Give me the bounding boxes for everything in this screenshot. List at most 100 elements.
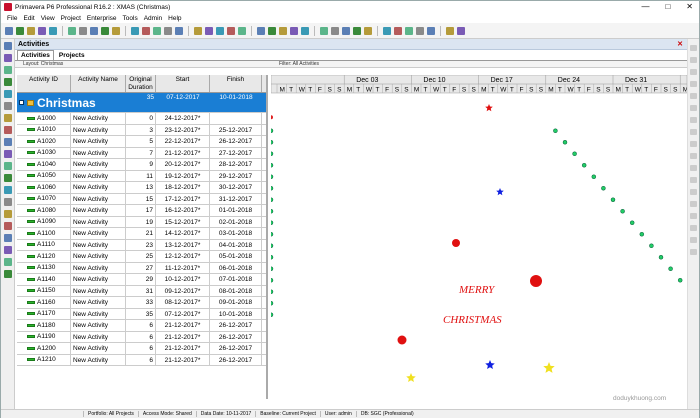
toolbar-button-icon[interactable] [457, 26, 465, 35]
col-original-duration[interactable]: Original Duration [126, 75, 156, 92]
toolbar-button-icon[interactable] [383, 26, 391, 35]
sidebar-tool-icon[interactable] [4, 42, 12, 50]
toolbar-button-icon[interactable] [79, 26, 87, 35]
right-tool-icon[interactable] [690, 177, 697, 183]
right-tool-icon[interactable] [690, 225, 697, 231]
table-row[interactable]: A1100 New Activity 21 14-12-2017* 03-01-2018 [17, 228, 266, 240]
toolbar-button-icon[interactable] [427, 26, 435, 35]
sidebar-tool-icon[interactable] [4, 150, 12, 158]
right-tool-icon[interactable] [690, 57, 697, 63]
menu-edit[interactable]: Edit [23, 15, 34, 22]
toolbar-button-icon[interactable] [5, 26, 13, 35]
menu-enterprise[interactable]: Enterprise [87, 15, 117, 22]
right-tool-icon[interactable] [690, 189, 697, 195]
toolbar-button-icon[interactable] [320, 26, 328, 35]
sidebar-tool-icon[interactable] [4, 174, 12, 182]
right-tool-icon[interactable] [690, 213, 697, 219]
sidebar-tool-icon[interactable] [4, 222, 12, 230]
menu-project[interactable]: Project [61, 15, 81, 22]
sidebar-tool-icon[interactable] [4, 90, 12, 98]
toolbar-button-icon[interactable] [142, 26, 150, 35]
table-row[interactable]: A1000 New Activity 0 24-12-2017* [17, 113, 266, 125]
sidebar-tool-icon[interactable] [4, 66, 12, 74]
col-finish[interactable]: Finish [210, 75, 262, 92]
toolbar-button-icon[interactable] [364, 26, 372, 35]
right-tool-icon[interactable] [690, 237, 697, 243]
toolbar-button-icon[interactable] [90, 26, 98, 35]
table-row[interactable]: A1120 New Activity 25 12-12-2017* 05-01-2018 [17, 251, 266, 263]
right-tool-icon[interactable] [690, 141, 697, 147]
toolbar-button-icon[interactable] [301, 26, 309, 35]
layout-label[interactable]: Layout: Christmas [15, 61, 271, 67]
table-row[interactable]: A1080 New Activity 17 16-12-2017* 01-01-2018 [17, 205, 266, 217]
sidebar-tool-icon[interactable] [4, 162, 12, 170]
toolbar-button-icon[interactable] [164, 26, 172, 35]
toolbar-button-icon[interactable] [27, 26, 35, 35]
sidebar-tool-icon[interactable] [4, 114, 12, 122]
right-tool-icon[interactable] [690, 129, 697, 135]
toolbar-button-icon[interactable] [268, 26, 276, 35]
table-row[interactable]: A1210 New Activity 6 21-12-2017* 26-12-2017 [17, 354, 266, 366]
maximize-icon[interactable]: □ [665, 2, 670, 11]
table-row[interactable]: A1050 New Activity 11 19-12-2017* 29-12-2017 [17, 170, 266, 182]
toolbar-button-icon[interactable] [112, 26, 120, 35]
toolbar-button-icon[interactable] [331, 26, 339, 35]
toolbar-button-icon[interactable] [257, 26, 265, 35]
col-activity-name[interactable]: Activity Name [71, 75, 126, 92]
toolbar-button-icon[interactable] [175, 26, 183, 35]
toolbar-button-icon[interactable] [405, 26, 413, 35]
toolbar-button-icon[interactable] [153, 26, 161, 35]
filter-label[interactable]: Filter: All Activities [271, 61, 319, 67]
toolbar-button-icon[interactable] [16, 26, 24, 35]
table-row[interactable]: A1070 New Activity 15 17-12-2017* 31-12-2017 [17, 193, 266, 205]
menu-file[interactable]: File [7, 15, 17, 22]
col-activity-id[interactable]: Activity ID [17, 75, 71, 92]
toolbar-button-icon[interactable] [290, 26, 298, 35]
right-tool-icon[interactable] [690, 153, 697, 159]
sidebar-tool-icon[interactable] [4, 198, 12, 206]
table-row[interactable]: A1040 New Activity 9 20-12-2017* 28-12-2017 [17, 159, 266, 171]
table-row[interactable]: A1170 New Activity 35 07-12-2017* 10-01-2018 [17, 308, 266, 320]
wbs-row-christmas[interactable]: Christmas 35 07-12-2017 10-01-2018 [17, 93, 266, 113]
menu-view[interactable]: View [41, 15, 55, 22]
toolbar-button-icon[interactable] [194, 26, 202, 35]
right-tool-icon[interactable] [690, 105, 697, 111]
sidebar-tool-icon[interactable] [4, 78, 12, 86]
toolbar-button-icon[interactable] [342, 26, 350, 35]
close-icon[interactable]: ✕ [686, 2, 693, 11]
table-row[interactable]: A1150 New Activity 31 09-12-2017* 08-01-2018 [17, 285, 266, 297]
table-row[interactable]: A1030 New Activity 7 21-12-2017* 27-12-2017 [17, 147, 266, 159]
table-row[interactable]: A1180 New Activity 6 21-12-2017* 26-12-2017 [17, 320, 266, 332]
toolbar-button-icon[interactable] [216, 26, 224, 35]
right-tool-icon[interactable] [690, 201, 697, 207]
gantt-chart[interactable]: Dec 03Dec 10Dec 17Dec 24Dec 31Jan 07MTWT… [271, 75, 687, 409]
minimize-icon[interactable]: — [641, 2, 649, 11]
table-row[interactable]: A1160 New Activity 33 08-12-2017* 09-01-2018 [17, 297, 266, 309]
sidebar-tool-icon[interactable] [4, 126, 12, 134]
table-row[interactable]: A1010 New Activity 3 23-12-2017* 25-12-2017 [17, 124, 266, 136]
toolbar-button-icon[interactable] [238, 26, 246, 35]
table-row[interactable]: A1110 New Activity 23 13-12-2017* 04-01-2018 [17, 239, 266, 251]
table-row[interactable]: A1200 New Activity 6 21-12-2017* 26-12-2017 [17, 343, 266, 355]
menu-help[interactable]: Help [168, 15, 181, 22]
sidebar-tool-icon[interactable] [4, 54, 12, 62]
right-tool-icon[interactable] [690, 81, 697, 87]
toolbar-button-icon[interactable] [49, 26, 57, 35]
table-row[interactable]: A1090 New Activity 19 15-12-2017* 02-01-2018 [17, 216, 266, 228]
right-tool-icon[interactable] [690, 69, 697, 75]
menu-admin[interactable]: Admin [144, 15, 162, 22]
right-tool-icon[interactable] [690, 117, 697, 123]
sidebar-tool-icon[interactable] [4, 258, 12, 266]
toolbar-button-icon[interactable] [38, 26, 46, 35]
sidebar-tool-icon[interactable] [4, 102, 12, 110]
sidebar-tool-icon[interactable] [4, 270, 12, 278]
right-tool-icon[interactable] [690, 45, 697, 51]
sidebar-tool-icon[interactable] [4, 186, 12, 194]
table-row[interactable]: A1190 New Activity 6 21-12-2017* 26-12-2017 [17, 331, 266, 343]
table-row[interactable]: A1060 New Activity 13 18-12-2017* 30-12-2017 [17, 182, 266, 194]
sidebar-tool-icon[interactable] [4, 234, 12, 242]
right-tool-icon[interactable] [690, 165, 697, 171]
right-tool-icon[interactable] [690, 93, 697, 99]
col-start[interactable]: Start [156, 75, 210, 92]
right-tool-icon[interactable] [690, 249, 697, 255]
